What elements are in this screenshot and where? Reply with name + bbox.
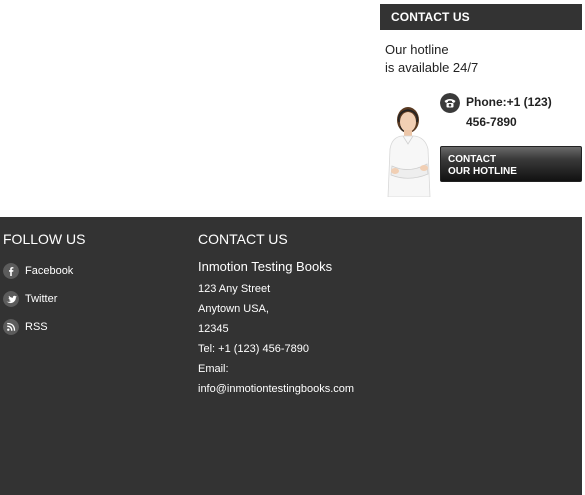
- contact-us-widget: CONTACT US Our hotline is available 24/7: [380, 4, 582, 197]
- footer-contact-title: CONTACT US: [198, 231, 288, 247]
- address-city: Anytown USA,: [198, 303, 269, 315]
- button-line-2: OUR HOTLINE: [448, 166, 517, 177]
- phone-line-1: Phone:+1 (123): [466, 95, 552, 109]
- address-zip: 12345: [198, 323, 229, 335]
- phone-number: Phone:+1 (123) 456-7890: [466, 92, 581, 132]
- rss-icon: [3, 319, 19, 335]
- hotline-text: Our hotline is available 24/7: [385, 41, 478, 77]
- main-content-area: CONTACT US Our hotline is available 24/7: [0, 0, 585, 217]
- address-email-label: Email:: [198, 363, 229, 375]
- support-agent-image: [387, 107, 431, 197]
- address-tel: Tel: +1 (123) 456-7890: [198, 343, 309, 355]
- company-name: Inmotion Testing Books: [198, 259, 333, 274]
- follow-us-section: FOLLOW US Facebook Twitter RSS: [3, 231, 183, 346]
- phone-icon: [440, 93, 460, 113]
- address-block: 123 Any Street Anytown USA, 12345 Tel: +…: [198, 279, 458, 399]
- social-link-twitter[interactable]: Twitter: [3, 290, 183, 318]
- social-label-rss: RSS: [25, 321, 48, 333]
- footer-contact-section: CONTACT US Inmotion Testing Books 123 An…: [198, 231, 458, 399]
- social-link-facebook[interactable]: Facebook: [3, 262, 183, 290]
- twitter-icon: [3, 291, 19, 307]
- facebook-icon: [3, 263, 19, 279]
- contact-widget-title: CONTACT US: [380, 4, 582, 30]
- button-line-1: CONTACT: [448, 154, 497, 165]
- site-footer: FOLLOW US Facebook Twitter RSS CONTACT U…: [0, 217, 582, 495]
- social-label-facebook: Facebook: [25, 265, 74, 277]
- hotline-line-2: is available 24/7: [385, 60, 479, 75]
- address-email[interactable]: info@inmotiontestingbooks.com: [198, 379, 458, 399]
- follow-us-title: FOLLOW US: [3, 231, 86, 247]
- phone-line-2: 456-7890: [466, 115, 517, 129]
- social-links: Facebook Twitter RSS: [3, 262, 183, 346]
- contact-our-hotline-button[interactable]: CONTACT OUR HOTLINE: [440, 146, 582, 182]
- social-link-rss[interactable]: RSS: [3, 318, 183, 346]
- social-label-twitter: Twitter: [25, 293, 58, 305]
- hotline-line-1: Our hotline: [385, 42, 449, 57]
- address-street: 123 Any Street: [198, 283, 271, 295]
